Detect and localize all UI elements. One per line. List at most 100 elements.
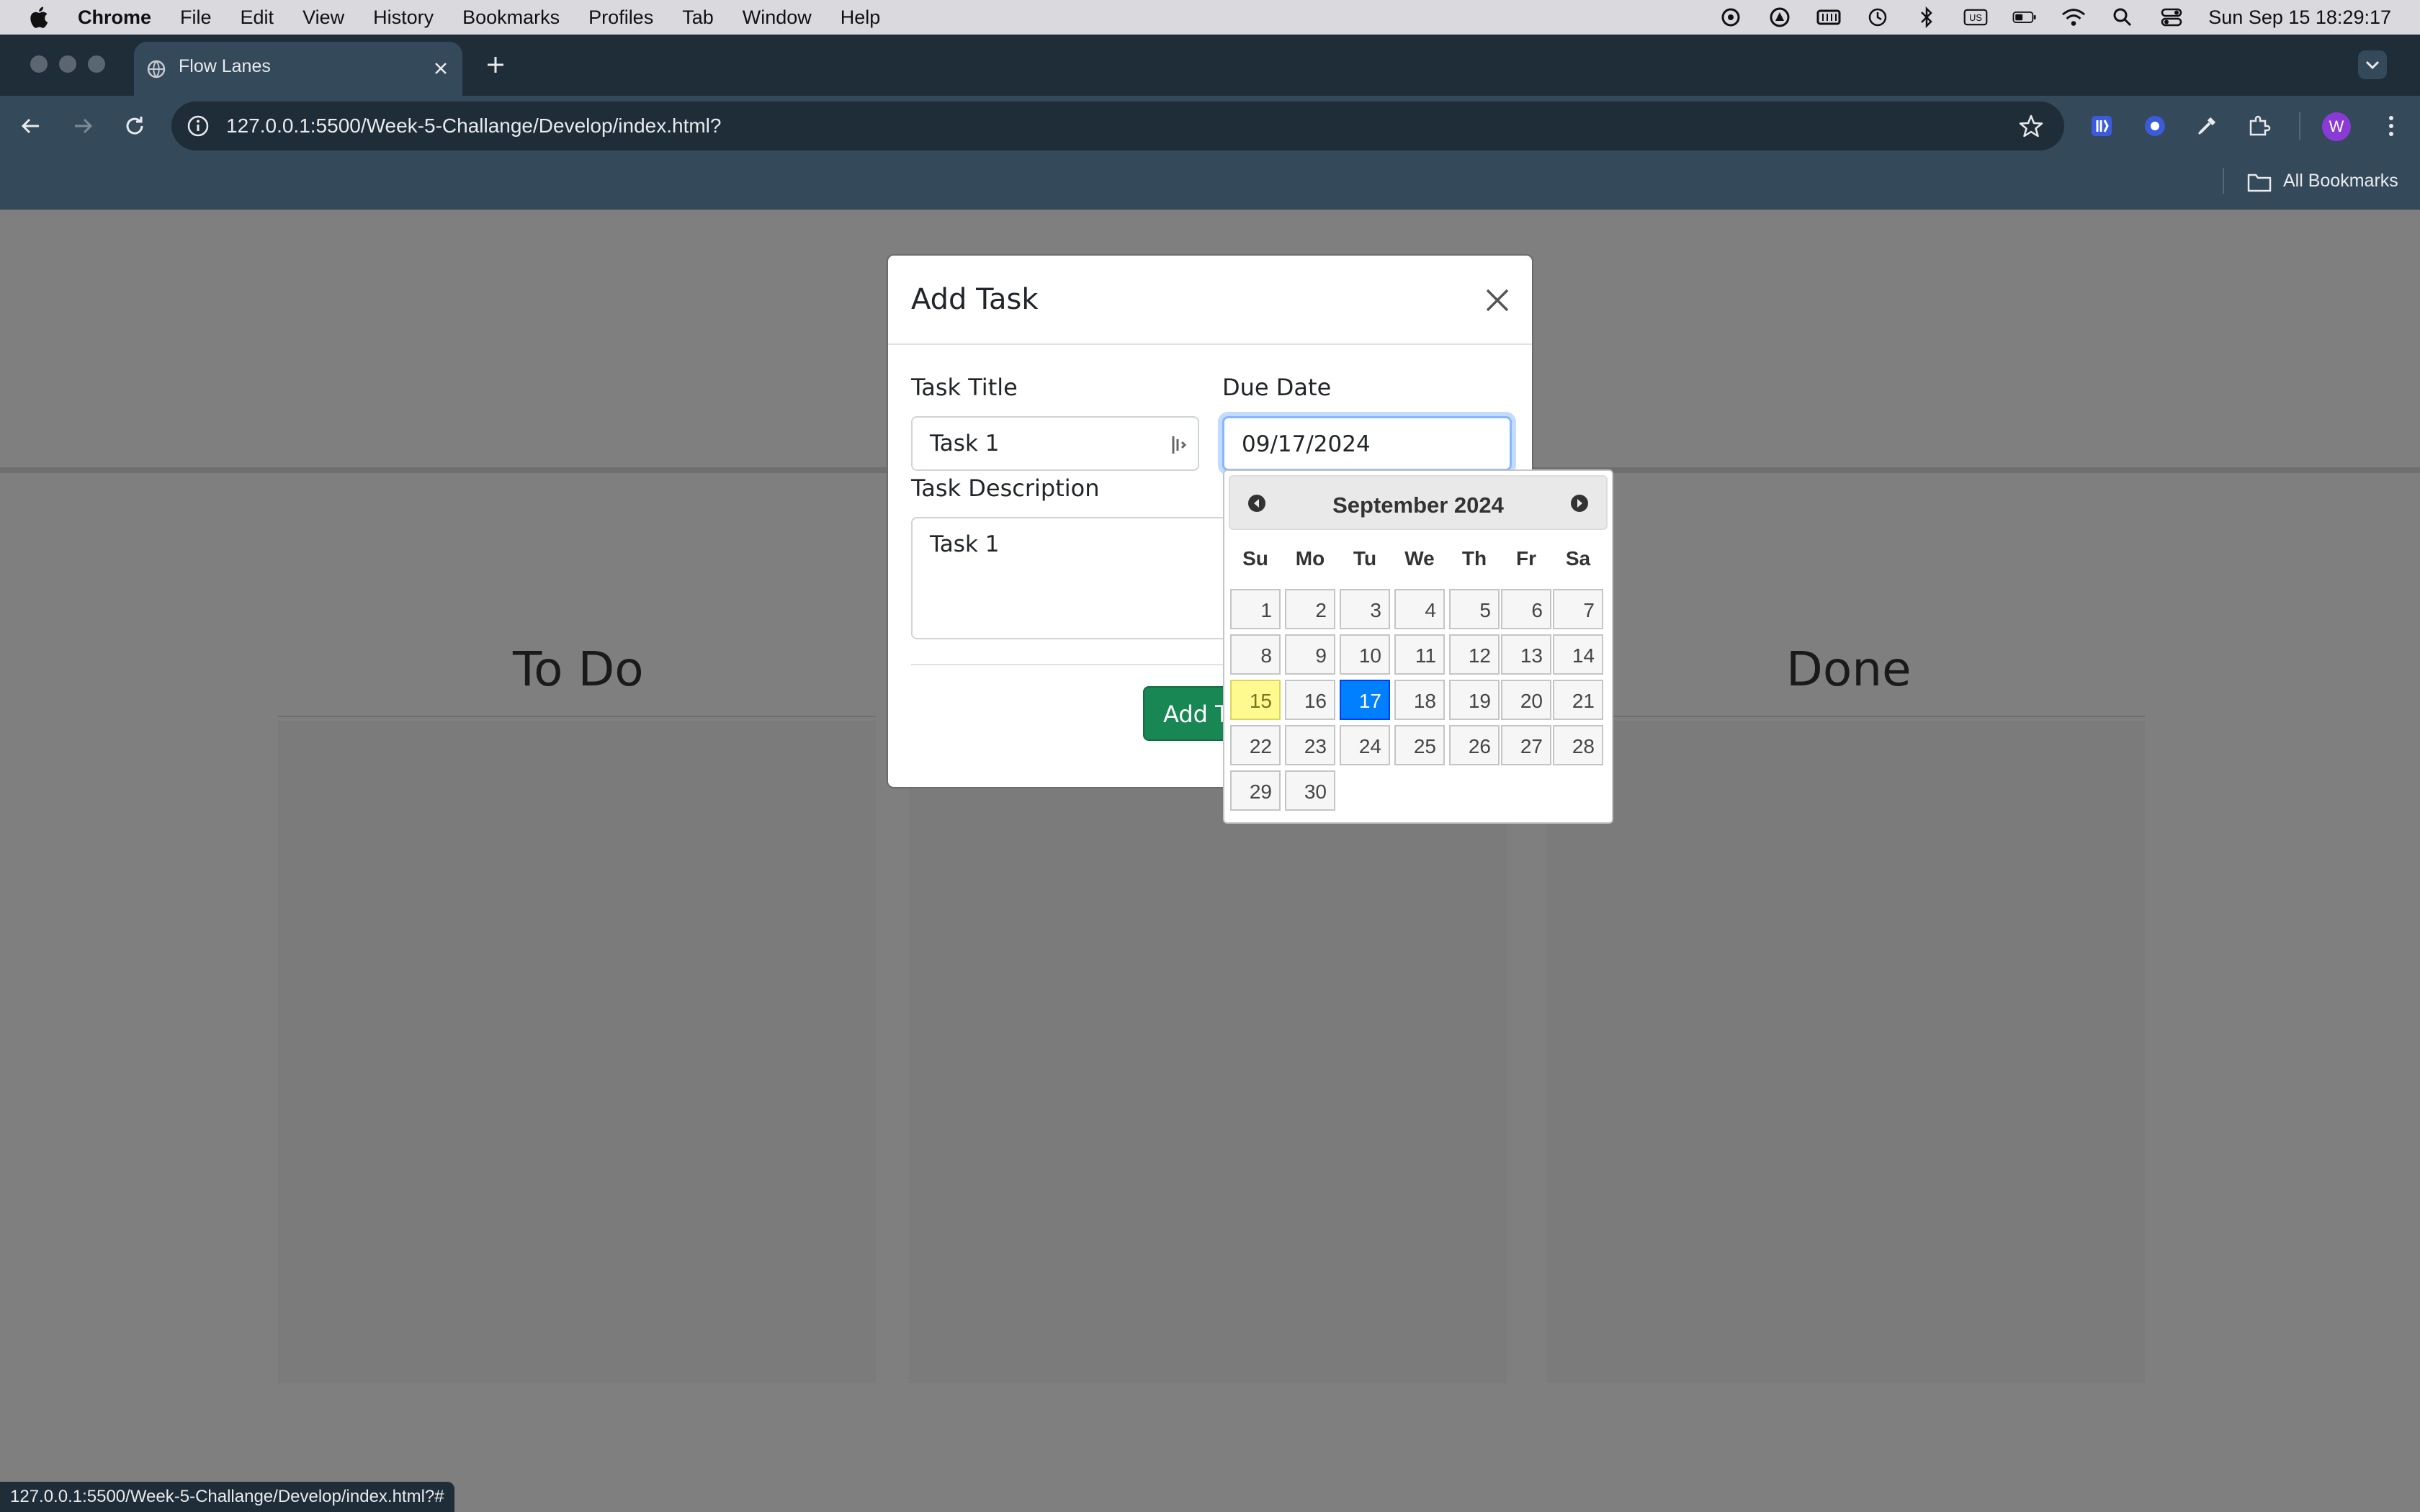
- input-source-icon[interactable]: US: [1963, 6, 1988, 28]
- datepicker-day-18[interactable]: 18: [1394, 680, 1445, 720]
- weekday-sa: Sa: [1565, 547, 1591, 570]
- datepicker-day-26[interactable]: 26: [1449, 725, 1500, 765]
- weekday-we: We: [1404, 547, 1435, 570]
- menu-view[interactable]: View: [302, 6, 344, 29]
- datepicker-day-1[interactable]: 1: [1230, 589, 1281, 629]
- profile-avatar[interactable]: W: [2322, 112, 2351, 141]
- datepicker-day-7[interactable]: 7: [1553, 589, 1603, 629]
- site-info-icon[interactable]: [186, 114, 210, 138]
- folder-icon[interactable]: [2247, 172, 2272, 192]
- datepicker-day-14[interactable]: 14: [1553, 634, 1603, 675]
- wifi-icon[interactable]: [2061, 6, 2086, 28]
- datepicker-day-27[interactable]: 27: [1501, 725, 1551, 765]
- datepicker-day-17[interactable]: 17: [1340, 680, 1390, 720]
- apple-icon[interactable]: [27, 5, 49, 30]
- tab-close-icon[interactable]: [428, 55, 454, 81]
- datepicker-day-23[interactable]: 23: [1285, 725, 1335, 765]
- datepicker-day-5[interactable]: 5: [1449, 589, 1500, 629]
- window-close-button[interactable]: [30, 55, 48, 73]
- chrome-menu-icon[interactable]: [2377, 112, 2406, 140]
- weekday-su: Su: [1242, 547, 1268, 570]
- modal-title: Add Task: [911, 283, 1039, 316]
- datepicker-day-19[interactable]: 19: [1449, 680, 1500, 720]
- close-icon[interactable]: [1482, 284, 1513, 316]
- datepicker-day-30[interactable]: 30: [1285, 770, 1335, 811]
- menu-file[interactable]: File: [180, 6, 212, 29]
- datepicker-day-11[interactable]: 11: [1394, 634, 1445, 675]
- datepicker-day-22[interactable]: 22: [1230, 725, 1281, 765]
- memory-icon[interactable]: [1816, 6, 1841, 28]
- menu-window[interactable]: Window: [743, 6, 812, 29]
- task-title-label: Task Title: [911, 374, 1018, 401]
- toolbar-divider: [2299, 112, 2300, 140]
- datepicker-day-21[interactable]: 21: [1553, 680, 1603, 720]
- macos-menu-bar: Chrome File Edit View History Bookmarks …: [0, 0, 2420, 35]
- task-title-input[interactable]: Task 1: [911, 416, 1199, 471]
- lane-done[interactable]: [1547, 721, 2145, 1383]
- autofill-key-icon[interactable]: [1169, 433, 1189, 456]
- datepicker-popup: September 2024 Su Mo Tu We Th Fr Sa 1234567891…: [1223, 469, 1613, 824]
- datepicker-day-29[interactable]: 29: [1230, 770, 1281, 811]
- spotlight-search-icon[interactable]: [2110, 6, 2135, 28]
- datepicker-day-12[interactable]: 12: [1449, 634, 1500, 675]
- record-extension-icon[interactable]: [2141, 112, 2169, 140]
- datepicker-month-title: September 2024: [1332, 492, 1504, 518]
- window-zoom-button[interactable]: [88, 55, 105, 73]
- menu-chrome[interactable]: Chrome: [78, 6, 151, 29]
- eyedropper-icon[interactable]: [2192, 112, 2221, 140]
- menu-history[interactable]: History: [373, 6, 434, 29]
- menu-edit[interactable]: Edit: [241, 6, 274, 29]
- bluetooth-icon[interactable]: [1914, 6, 1939, 28]
- control-center-icon[interactable]: [2159, 6, 2184, 28]
- lane-title-done: Done: [1786, 642, 1912, 697]
- drive-icon[interactable]: [1767, 6, 1792, 28]
- reload-button[interactable]: [118, 109, 151, 143]
- datepicker-day-2[interactable]: 2: [1285, 589, 1335, 629]
- openai-icon[interactable]: [1718, 6, 1743, 28]
- arrow-left-icon: [21, 118, 39, 134]
- datepicker-day-13[interactable]: 13: [1501, 634, 1551, 675]
- extension-toolbar-icon[interactable]: [2087, 112, 2116, 140]
- bookmarks-bar: All Bookmarks: [0, 156, 2420, 210]
- time-machine-icon[interactable]: [1865, 6, 1890, 28]
- due-date-label: Due Date: [1222, 374, 1332, 401]
- menu-tab[interactable]: Tab: [682, 6, 714, 29]
- menu-profiles[interactable]: Profiles: [588, 6, 653, 29]
- datepicker-day-10[interactable]: 10: [1340, 634, 1390, 675]
- menu-help[interactable]: Help: [841, 6, 881, 29]
- datepicker-day-20[interactable]: 20: [1501, 680, 1551, 720]
- back-button[interactable]: [14, 109, 48, 143]
- datepicker-day-28[interactable]: 28: [1553, 725, 1603, 765]
- address-bar[interactable]: 127.0.0.1:5500/Week-5-Challange/Develop/…: [171, 102, 2064, 150]
- datepicker-day-6[interactable]: 6: [1501, 589, 1551, 629]
- datepicker-day-9[interactable]: 9: [1285, 634, 1335, 675]
- tab-search-chevron-icon[interactable]: [2357, 49, 2388, 81]
- window-minimize-button[interactable]: [59, 55, 76, 73]
- datepicker-day-4[interactable]: 4: [1394, 589, 1445, 629]
- datepicker-day-25[interactable]: 25: [1394, 725, 1445, 765]
- datepicker-day-15[interactable]: 15: [1230, 680, 1281, 720]
- datepicker-day-24[interactable]: 24: [1340, 725, 1390, 765]
- new-tab-icon[interactable]: [481, 50, 510, 79]
- extensions-puzzle-icon[interactable]: [2244, 112, 2273, 140]
- battery-icon[interactable]: [2012, 6, 2037, 28]
- bookmarks-divider: [2223, 168, 2224, 194]
- datepicker-day-16[interactable]: 16: [1285, 680, 1335, 720]
- lane-title-todo: To Do: [513, 642, 644, 697]
- lane-todo[interactable]: [278, 721, 876, 1383]
- datepicker-day-8[interactable]: 8: [1230, 634, 1281, 675]
- forward-button[interactable]: [66, 109, 99, 143]
- svg-text:US: US: [1969, 12, 1982, 23]
- tab-flow-lanes[interactable]: Flow Lanes: [134, 42, 462, 96]
- weekday-fr: Fr: [1516, 547, 1536, 570]
- all-bookmarks-link[interactable]: All Bookmarks: [2283, 171, 2398, 192]
- tab-title: Flow Lanes: [179, 56, 271, 76]
- datepicker-day-3[interactable]: 3: [1340, 589, 1390, 629]
- menubar-clock[interactable]: Sun Sep 15 18:29:17: [2208, 6, 2391, 29]
- menu-bookmarks[interactable]: Bookmarks: [462, 6, 560, 29]
- bookmark-star-icon[interactable]: [2018, 113, 2044, 139]
- arrow-right-icon: [75, 118, 93, 134]
- due-date-input[interactable]: 09/17/2024: [1222, 416, 1512, 471]
- reload-icon: [126, 117, 143, 135]
- next-month-icon[interactable]: [1569, 492, 1590, 514]
